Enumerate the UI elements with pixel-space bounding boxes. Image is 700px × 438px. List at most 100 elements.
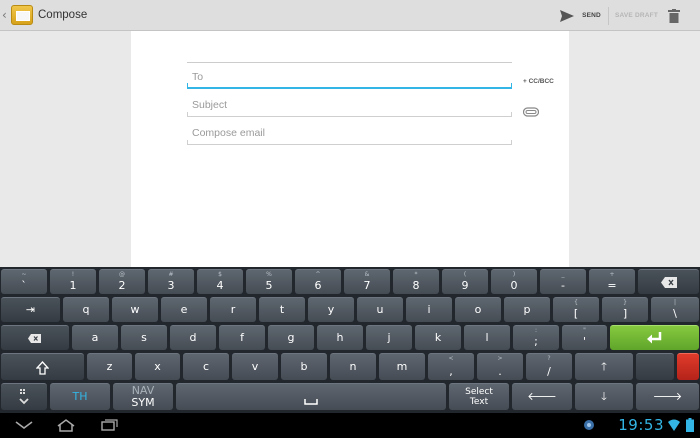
key-p[interactable]: p	[504, 297, 550, 322]
key-u[interactable]: u	[357, 297, 403, 322]
key-z[interactable]: z	[87, 353, 132, 380]
key-q[interactable]: q	[63, 297, 109, 322]
select-label: Select	[465, 387, 493, 397]
key-comma[interactable]: <,	[428, 353, 474, 380]
trash-icon[interactable]	[668, 8, 680, 23]
key-f[interactable]: f	[219, 325, 265, 350]
action-bar: ‹ Compose SEND SAVE DRAFT	[0, 0, 700, 31]
key-b[interactable]: b	[281, 353, 327, 380]
keyboard-settings-key[interactable]	[1, 383, 47, 410]
arrow-up-icon: 🡑	[601, 360, 607, 373]
key-t[interactable]: t	[259, 297, 305, 322]
cc-bcc-button[interactable]: + CC/BCC	[523, 78, 554, 85]
arrow-right-key[interactable]: 🡒	[636, 383, 699, 410]
key-y[interactable]: y	[308, 297, 354, 322]
key-slash[interactable]: ? /	[526, 353, 572, 380]
page-title: Compose	[38, 9, 88, 21]
key-v[interactable]: v	[232, 353, 278, 380]
key-semicolon[interactable]: :;	[513, 325, 559, 350]
backspace-icon	[661, 277, 677, 288]
key-close-bracket[interactable]: }]	[602, 297, 648, 322]
key-k[interactable]: k	[415, 325, 461, 350]
key-1[interactable]: ! 1	[50, 269, 96, 294]
key-5[interactable]: % 5	[246, 269, 292, 294]
notification-icon[interactable]	[583, 418, 595, 432]
enter-key[interactable]	[610, 325, 699, 350]
compose-body-field[interactable]: Compose email	[187, 121, 512, 145]
enter-icon	[647, 332, 662, 344]
hide-keyboard-icon[interactable]	[14, 418, 34, 432]
shift-key[interactable]	[1, 353, 84, 380]
backspace-key[interactable]	[638, 269, 699, 294]
key-6[interactable]: ^ 6	[295, 269, 341, 294]
send-button[interactable]: SEND	[582, 12, 601, 19]
select-text-key[interactable]: Select Text	[449, 383, 509, 410]
space-icon	[304, 399, 318, 405]
send-icon[interactable]	[560, 9, 575, 22]
key-x[interactable]: x	[135, 353, 180, 380]
up-caret-icon[interactable]: ‹	[2, 8, 10, 22]
key-g[interactable]: g	[268, 325, 314, 350]
space-key[interactable]	[176, 383, 446, 410]
key-equals[interactable]: + =	[589, 269, 635, 294]
key-period[interactable]: >.	[477, 353, 523, 380]
key-backtick[interactable]: ~ `	[1, 269, 47, 294]
key-2[interactable]: @2	[99, 269, 145, 294]
wifi-icon	[668, 419, 680, 431]
key-o[interactable]: o	[455, 297, 501, 322]
key-4[interactable]: $4	[197, 269, 243, 294]
keyboard-menu-icon	[19, 389, 29, 405]
key-i[interactable]: i	[406, 297, 452, 322]
home-icon[interactable]	[56, 418, 76, 432]
clock: 19:53	[618, 416, 664, 434]
key-8[interactable]: * 8	[393, 269, 439, 294]
key-h[interactable]: h	[317, 325, 363, 350]
tab-icon: ⇥	[25, 303, 36, 316]
arrow-right-icon: 🡒	[652, 390, 683, 403]
save-draft-button[interactable]: SAVE DRAFT	[615, 12, 658, 19]
delete-word-key[interactable]	[1, 325, 69, 350]
nav-sym-key[interactable]: NAV SYM	[113, 383, 173, 410]
key-a[interactable]: a	[72, 325, 118, 350]
arrow-left-key[interactable]: 🡐	[512, 383, 572, 410]
shift-icon	[36, 361, 49, 375]
battery-icon	[686, 418, 694, 432]
key-d[interactable]: d	[170, 325, 216, 350]
key-c[interactable]: c	[183, 353, 229, 380]
action-bar-actions: SEND SAVE DRAFT	[560, 0, 700, 31]
key-0[interactable]: ) 0	[491, 269, 537, 294]
key-w[interactable]: w	[112, 297, 158, 322]
arrow-down-key[interactable]: 🡓	[575, 383, 633, 410]
key-backslash[interactable]: | \	[651, 297, 699, 322]
from-field[interactable]	[187, 45, 512, 63]
arrow-up-key[interactable]: 🡑	[575, 353, 633, 380]
key-j[interactable]: j	[366, 325, 412, 350]
language-switch-key[interactable]: TH	[50, 383, 110, 410]
sym-label: SYM	[131, 396, 155, 409]
arrow-left-icon: 🡐	[527, 390, 557, 403]
system-bar: 19:53	[0, 413, 700, 438]
attachment-icon[interactable]	[523, 107, 539, 117]
key-n[interactable]: n	[330, 353, 376, 380]
soft-keyboard: ~ ` ! 1 @2 #3 $4 % 5 ^ 6 & 7 * 8 (9 ) 0 _ - + = ⇥…	[0, 267, 700, 413]
red-function-key[interactable]	[677, 353, 699, 380]
key-e[interactable]: e	[161, 297, 207, 322]
to-field[interactable]: To	[187, 65, 512, 89]
key-7[interactable]: & 7	[344, 269, 390, 294]
subject-field[interactable]: Subject	[187, 93, 512, 117]
key-9[interactable]: (9	[442, 269, 488, 294]
key-r[interactable]: r	[210, 297, 256, 322]
key-m[interactable]: m	[379, 353, 425, 380]
key-open-bracket[interactable]: {[	[553, 297, 599, 322]
key-l[interactable]: l	[464, 325, 510, 350]
arrow-down-icon: 🡓	[601, 390, 607, 403]
blank-key[interactable]	[636, 353, 674, 380]
key-s[interactable]: s	[121, 325, 167, 350]
key-minus[interactable]: _ -	[540, 269, 586, 294]
key-quote[interactable]: " '	[562, 325, 607, 350]
tab-key[interactable]: ⇥	[1, 297, 60, 322]
key-3[interactable]: #3	[148, 269, 194, 294]
text-label: Text	[469, 397, 489, 407]
recent-apps-icon[interactable]	[100, 418, 120, 432]
email-app-icon[interactable]	[11, 5, 33, 25]
